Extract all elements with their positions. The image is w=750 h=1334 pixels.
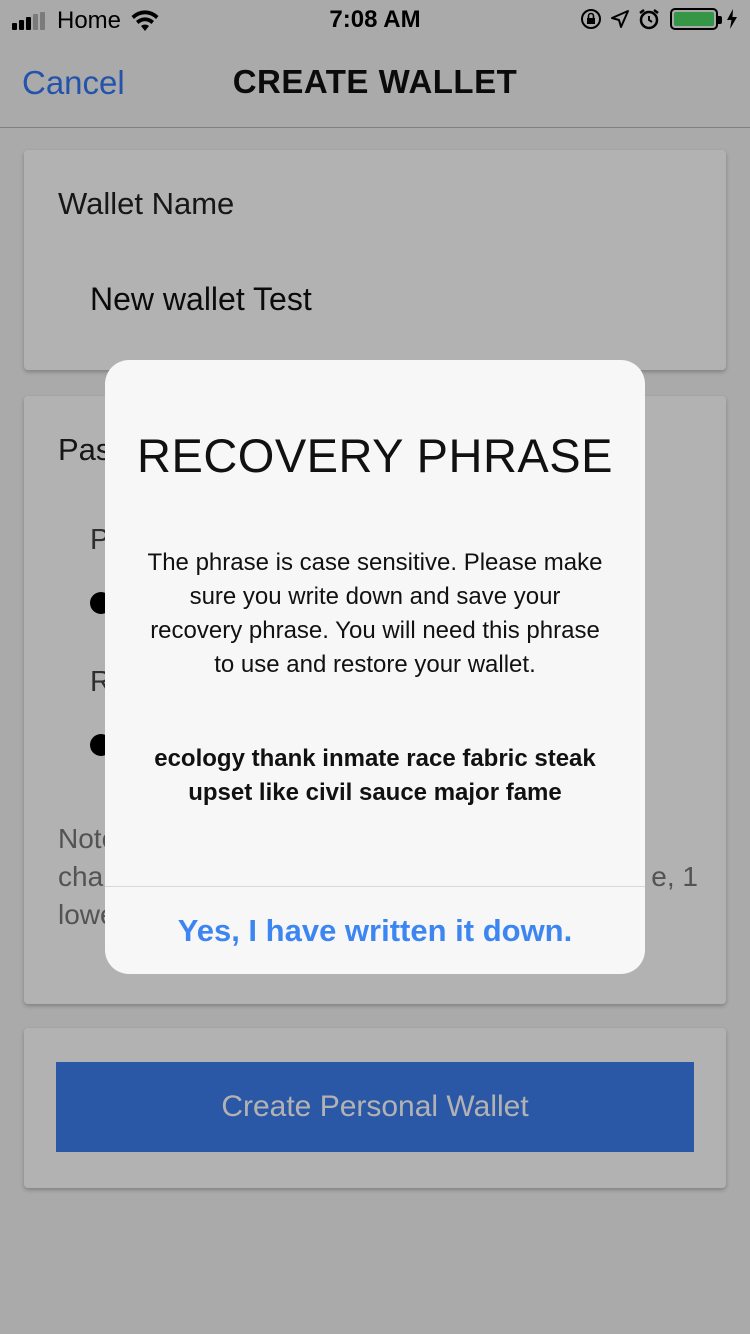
recovery-phrase-text: ecology thank inmate race fabric steak u…	[154, 745, 596, 806]
recovery-phrase-dialog: RECOVERY PHRASE The phrase is case sensi…	[105, 360, 645, 974]
confirm-written-down-button[interactable]: Yes, I have written it down.	[105, 887, 645, 974]
dialog-title: RECOVERY PHRASE	[137, 429, 613, 482]
dialog-message: The phrase is case sensitive. Please mak…	[147, 549, 603, 678]
